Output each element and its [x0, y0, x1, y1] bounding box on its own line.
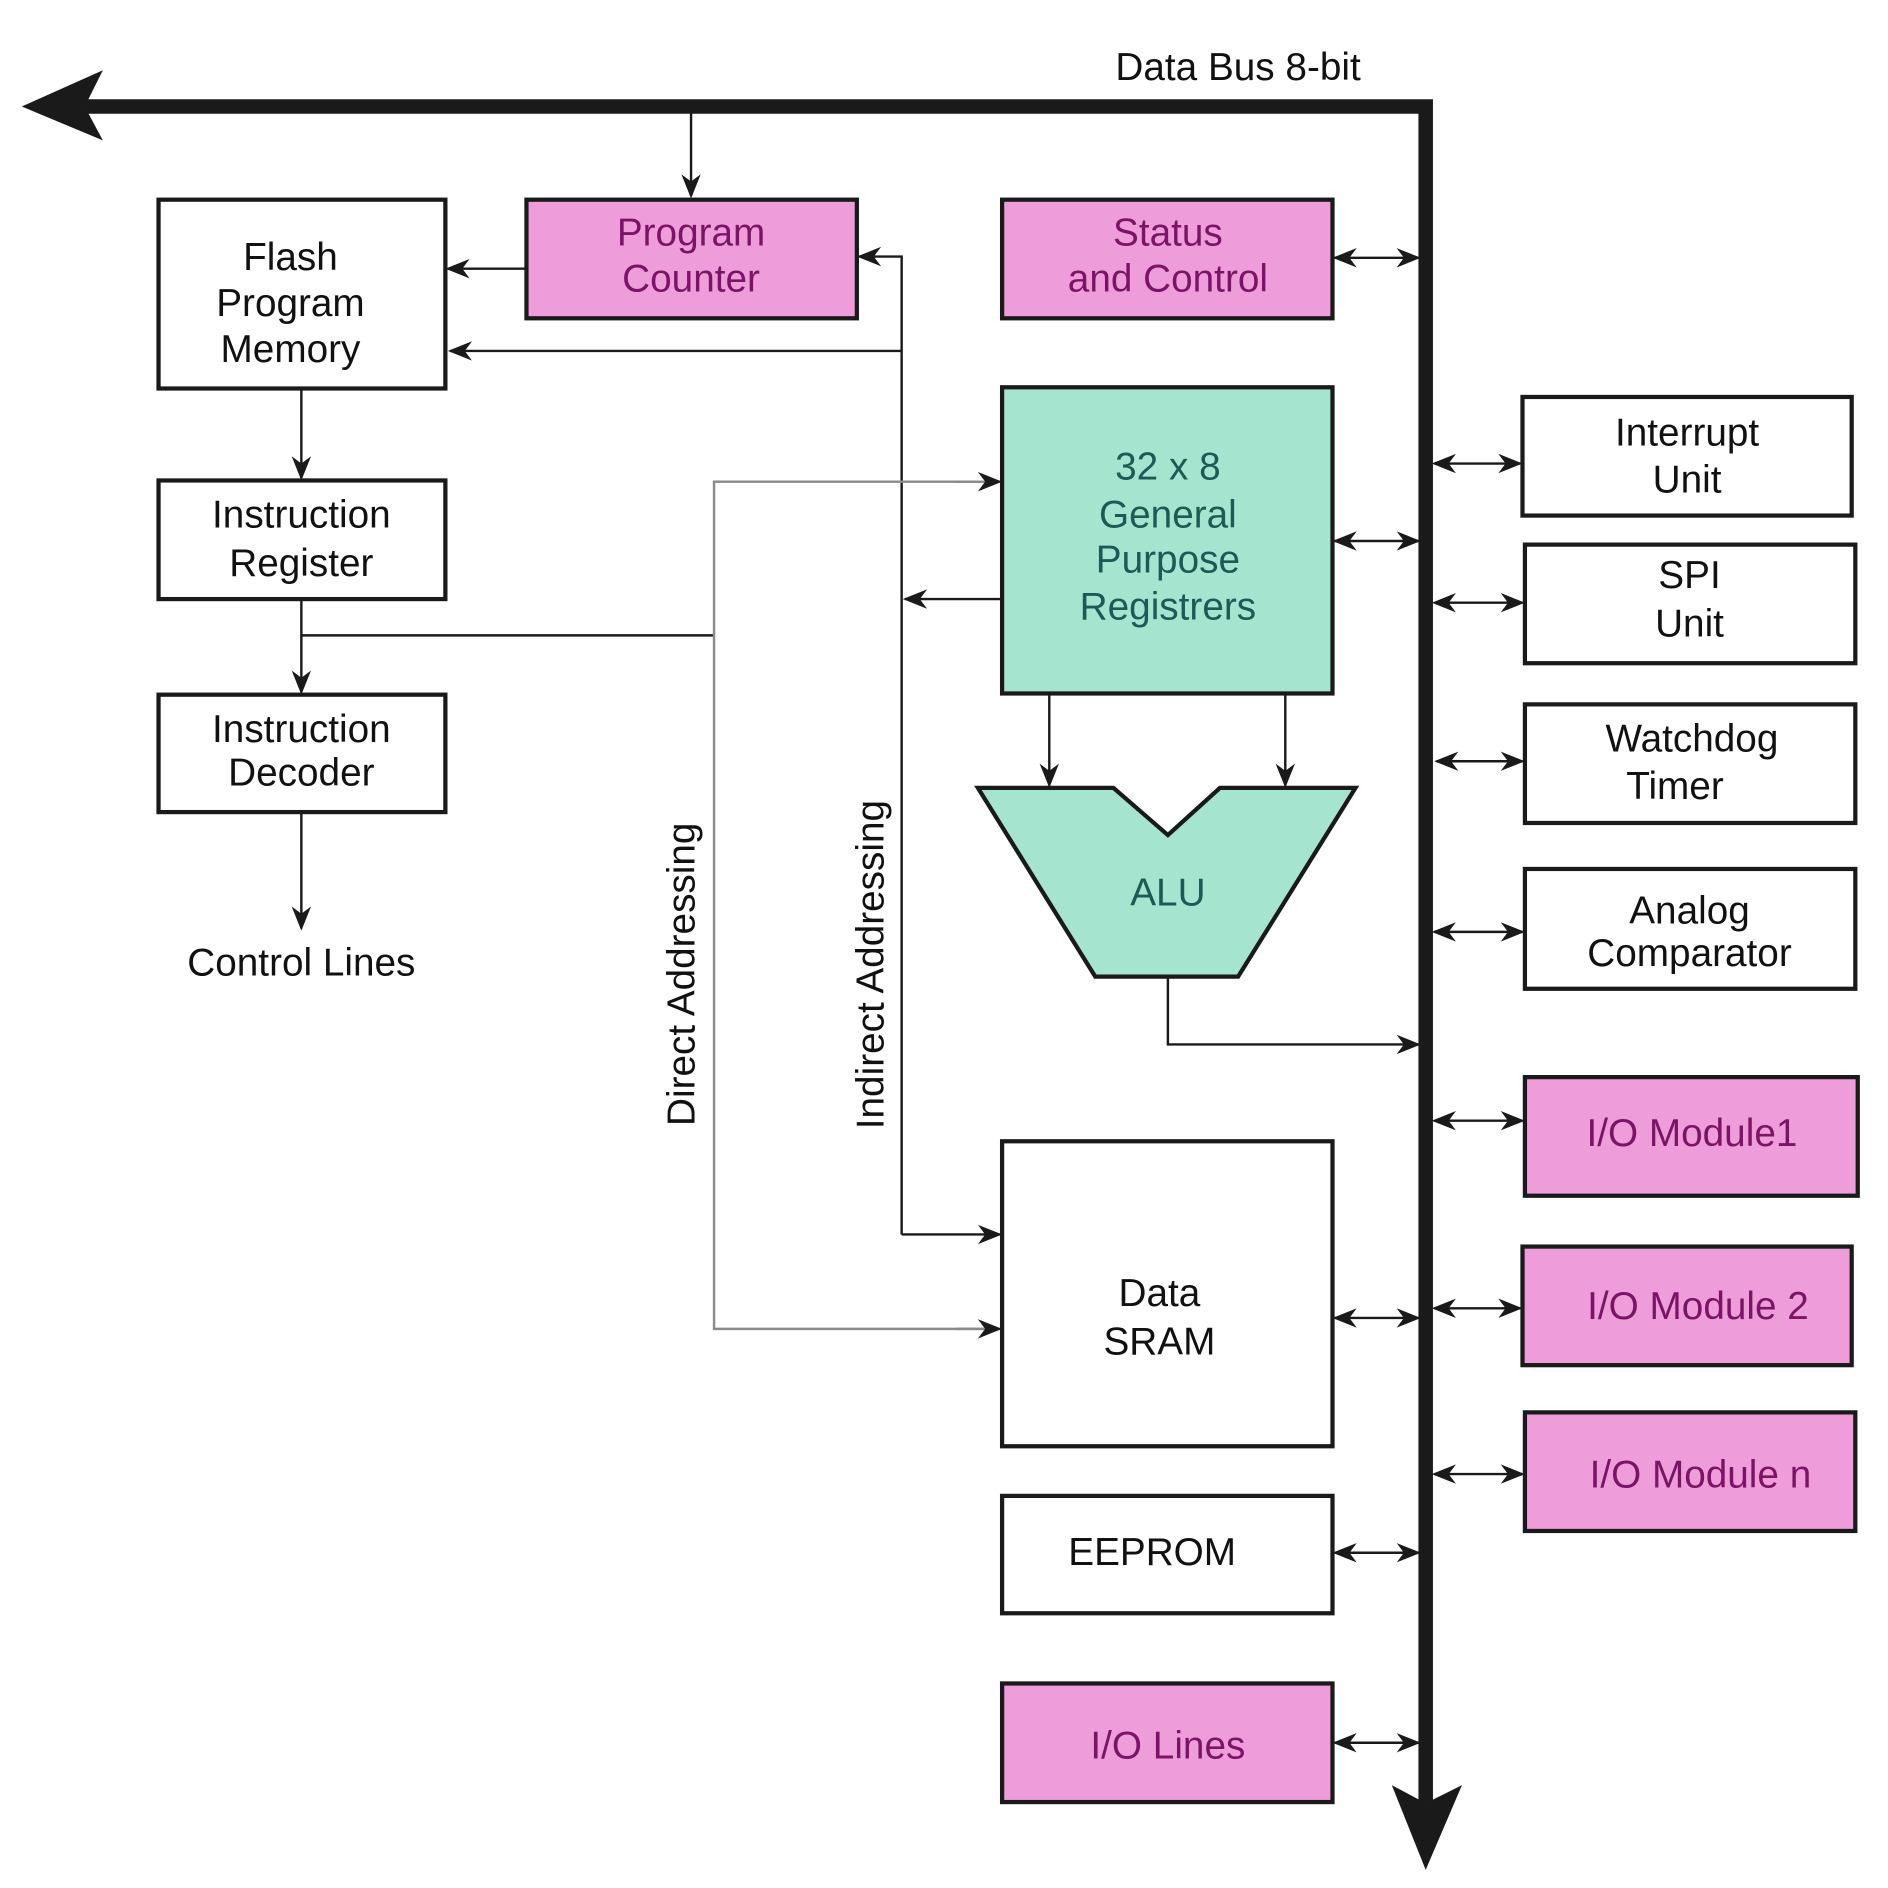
analog-comparator: Analog Comparator — [1522, 866, 1858, 991]
data-bus-label: Data Bus 8-bit — [1115, 46, 1361, 89]
direct-addressing-label: Direct Addressing — [661, 823, 704, 1126]
data-sram: Data SRAM — [999, 1139, 1335, 1449]
indirect-addressing-label: Indirect Addressing — [849, 800, 892, 1129]
flash-program-memory: Flash Program Memory — [156, 197, 448, 391]
svg-text:I/O Lines: I/O Lines — [1090, 1725, 1245, 1768]
svg-text:InstructionDecoder: Instruction Decoder — [212, 708, 391, 795]
avr-architecture-diagram: Data Bus 8-bit Direct Addressing Indirec… — [21, 46, 1860, 1870]
io-module-n: I/O Module n — [1522, 1410, 1858, 1534]
svg-text:I/O Module n: I/O Module n — [1590, 1453, 1812, 1496]
instruction-register: Instruction Register — [156, 478, 448, 602]
watchdog-timer: Watchdog Timer — [1522, 702, 1858, 826]
io-lines: I/O Lines — [999, 1681, 1335, 1805]
general-purpose-registers: 32 x 8 General Purpose Registrers — [999, 385, 1335, 696]
svg-text:I/O Module1: I/O Module1 — [1586, 1112, 1797, 1155]
instruction-decoder: Instruction Decoder — [156, 692, 448, 815]
program-counter: Program Counter — [524, 197, 859, 321]
alu: ALU — [974, 785, 1360, 979]
io-module-2: I/O Module 2 — [1520, 1244, 1854, 1368]
interrupt-unit: Interrupt Unit — [1520, 394, 1854, 518]
svg-text:I/O Module 2: I/O Module 2 — [1587, 1285, 1809, 1328]
status-and-control: Status and Control — [999, 197, 1335, 321]
control-lines-label: Control Lines — [187, 941, 415, 984]
io-module-1: I/O Module1 — [1522, 1075, 1860, 1198]
connectors — [291, 112, 1525, 1753]
spi-unit: SPI Unit — [1522, 542, 1858, 666]
eeprom: EEPROM — [999, 1493, 1335, 1616]
svg-text:EEPROM: EEPROM — [1068, 1531, 1236, 1574]
svg-text:ALU: ALU — [1130, 871, 1205, 914]
